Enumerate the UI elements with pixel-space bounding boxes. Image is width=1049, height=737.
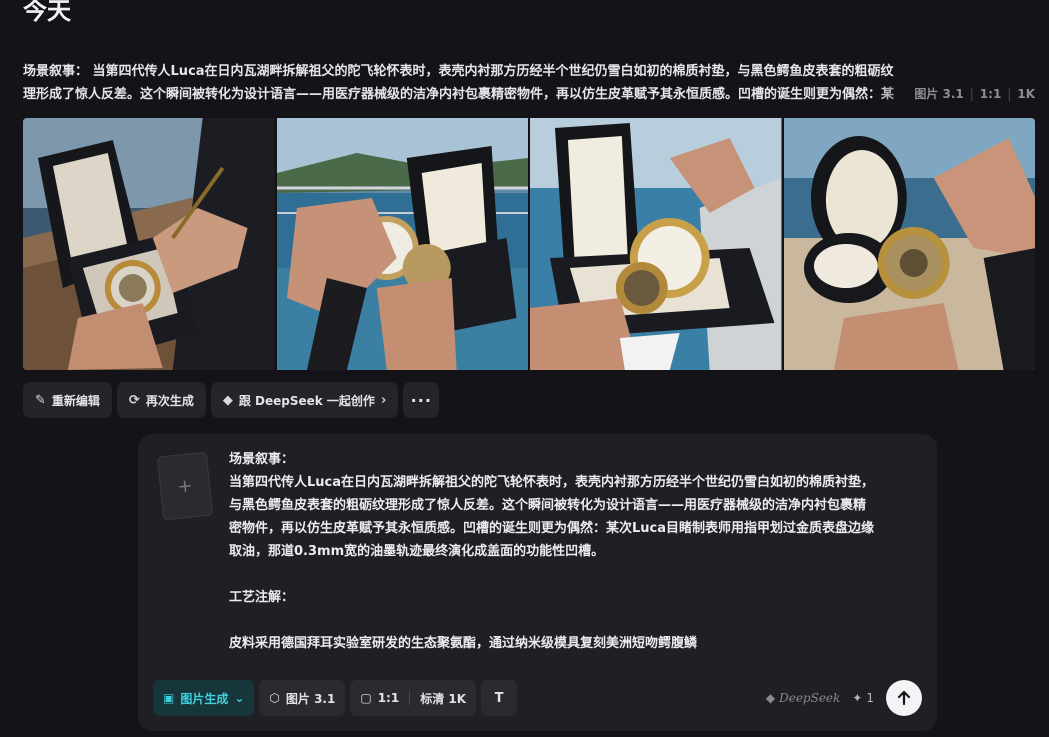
composer-toolbar: ▣ 图片生成 ⌄ ⬡ 图片 3.1 ▢ 1:1 标清 1K T xyxy=(153,680,518,716)
deepseek-brand: ◆ DeepSeek xyxy=(766,691,840,705)
meta-separator: | xyxy=(969,87,974,101)
credit-cost: ✦ 1 xyxy=(852,691,874,705)
attach-image-button[interactable]: + xyxy=(156,451,214,521)
prompt-line: 工艺注解： xyxy=(229,590,295,605)
image-gen-icon: ▣ xyxy=(163,691,175,705)
model-select[interactable]: ⬡ 图片 3.1 xyxy=(259,680,346,716)
meta-ratio: 1:1 xyxy=(979,87,1002,101)
image-description: 场景叙事： 当第四代传人Luca在日内瓦湖畔拆解祖父的陀飞轮怀表时，表壳内衬那方… xyxy=(23,60,1035,106)
prompt-line xyxy=(229,609,924,632)
quality-label: 标清 1K xyxy=(420,691,467,706)
more-options-button[interactable]: ··· xyxy=(403,382,440,418)
prompt-input[interactable]: 场景叙事： 当第四代传人Luca在日内瓦湖畔拆解祖父的陀飞轮怀表时，表壳内衬那方历… xyxy=(229,448,924,658)
generated-image-2[interactable] xyxy=(276,118,528,370)
text-format-icon: T xyxy=(494,690,504,706)
sparkle-icon: ✦ xyxy=(852,691,863,705)
arrow-up-icon xyxy=(897,690,911,706)
result-actions: ✎ 重新编辑 ⟳ 再次生成 ◆ 跟 DeepSeek 一起创作 › ··· xyxy=(23,382,440,418)
deepseek-logo-icon: ◆ xyxy=(765,691,776,705)
model-label: 图片 3.1 xyxy=(285,691,336,706)
meta-separator: | xyxy=(1007,87,1012,101)
reedit-label: 重新编辑 xyxy=(51,393,100,408)
generated-image-3[interactable] xyxy=(530,118,782,370)
prompt-composer: + 场景叙事： 当第四代传人Luca在日内瓦湖畔拆解祖父的陀飞轮怀表时，表壳内衬那… xyxy=(138,434,937,731)
chevron-down-icon: ⌄ xyxy=(234,691,245,705)
generated-image-4[interactable] xyxy=(783,118,1035,370)
meta-resolution: 1K xyxy=(1017,87,1035,101)
create-with-deepseek-button[interactable]: ◆ 跟 DeepSeek 一起创作 › xyxy=(210,382,399,418)
prompt-line: 场景叙事： xyxy=(229,452,295,467)
mode-label: 图片生成 xyxy=(180,691,229,706)
send-button[interactable] xyxy=(886,680,922,716)
mode-select[interactable]: ▣ 图片生成 ⌄ xyxy=(153,680,255,716)
square-icon: ▢ xyxy=(360,691,372,705)
divider xyxy=(409,691,411,705)
generated-image-1[interactable] xyxy=(23,118,275,370)
image-4-art xyxy=(783,118,1035,370)
prompt-line: 取油，那道0.3mm宽的油墨轨迹最终演化成盖面的功能性凹槽。 xyxy=(229,544,605,559)
size-quality-select[interactable]: ▢ 1:1 标清 1K xyxy=(350,680,477,716)
prompt-line: 皮料采用德国拜耳实验室研发的生态聚氨酯，通过纳米级模具复刻美洲短吻鳄腹鳞 xyxy=(229,636,698,651)
prompt-line xyxy=(229,563,924,586)
image-2-art xyxy=(276,118,528,370)
text-tool-button[interactable]: T xyxy=(481,680,518,716)
composer-right-tools: ◆ DeepSeek ✦ 1 xyxy=(766,680,922,716)
prompt-line: 与黑色鳄鱼皮表套的粗砺纹理形成了惊人反差。这个瞬间被转化为设计语言——用医疗器械… xyxy=(229,498,867,513)
reedit-button[interactable]: ✎ 重新编辑 xyxy=(23,382,112,418)
refresh-icon: ⟳ xyxy=(128,392,140,408)
prompt-line: 密物件，再以仿生皮革赋予其永恒质感。凹槽的诞生则更为偶然：某次Luca目睹制表师… xyxy=(229,521,875,536)
edit-icon: ✎ xyxy=(35,392,46,408)
cube-icon: ⬡ xyxy=(269,691,280,705)
meta-model: 图片 3.1 xyxy=(914,87,964,101)
image-3-art xyxy=(530,118,782,370)
create-with-label: 跟 DeepSeek 一起创作 xyxy=(238,393,375,408)
plus-icon: + xyxy=(176,474,194,498)
brand-label: DeepSeek xyxy=(779,691,841,705)
deepseek-whale-icon: ◆ xyxy=(222,392,233,408)
page-title: 今天 xyxy=(23,0,71,25)
generation-meta: 图片 3.1 | 1:1 | 1K xyxy=(874,83,1035,106)
chevron-right-icon: › xyxy=(380,392,387,408)
image-1-art xyxy=(23,118,275,370)
ratio-label: 1:1 xyxy=(377,691,400,705)
prompt-line: 当第四代传人Luca在日内瓦湖畔拆解祖父的陀飞轮怀表时，表壳内衬那方历经半个世纪… xyxy=(229,475,875,490)
regenerate-label: 再次生成 xyxy=(145,393,194,408)
regenerate-button[interactable]: ⟳ 再次生成 xyxy=(116,382,206,418)
credit-value: 1 xyxy=(866,691,874,705)
more-icon: ··· xyxy=(410,390,432,410)
image-gallery xyxy=(23,118,1035,370)
